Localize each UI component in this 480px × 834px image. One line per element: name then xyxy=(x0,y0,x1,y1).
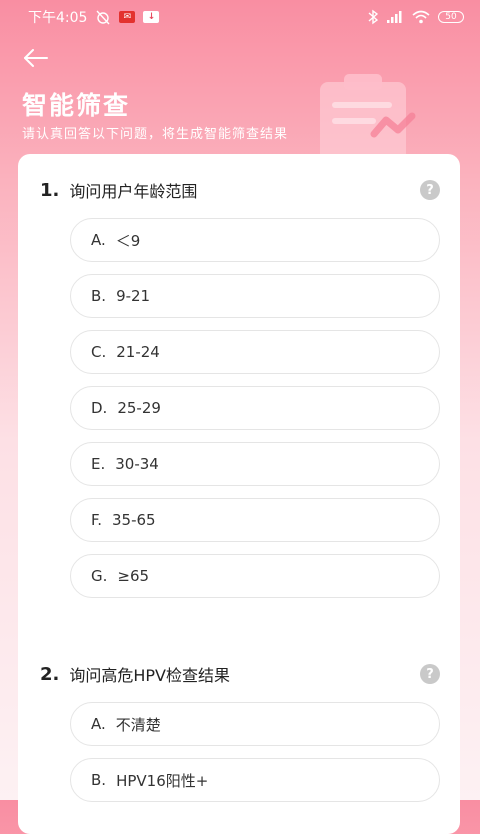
option-button-f[interactable]: F. 35-65 xyxy=(70,498,440,542)
option-button-b[interactable]: B. HPV16阳性+ xyxy=(70,758,440,802)
alarm-off-icon xyxy=(95,9,111,25)
question-number: 1. xyxy=(40,179,60,201)
option-button-a[interactable]: A. ＜9 xyxy=(70,218,440,262)
status-left: 下午4:05 ✉ ↓ xyxy=(28,7,160,27)
bluetooth-icon xyxy=(368,9,378,25)
option-letter: B. xyxy=(91,287,107,305)
question-spacer xyxy=(38,610,440,638)
option-letter: D. xyxy=(91,399,108,417)
question-header: 1. 询问用户年龄范围 ? xyxy=(38,174,440,206)
help-icon[interactable]: ? xyxy=(420,664,440,684)
question-1: 1. 询问用户年龄范围 ? A. ＜9 B. 9-21 C. 21-24 D. … xyxy=(38,174,440,598)
option-letter: C. xyxy=(91,343,107,361)
option-text: 30-34 xyxy=(115,455,159,473)
option-text: ≥65 xyxy=(117,567,150,585)
question-header: 2. 询问高危HPV检查结果 ? xyxy=(38,658,440,690)
option-button-g[interactable]: G. ≥65 xyxy=(70,554,440,598)
option-button-a[interactable]: A. 不清楚 xyxy=(70,702,440,746)
back-arrow-icon xyxy=(24,49,48,67)
option-text: 9-21 xyxy=(116,287,151,305)
option-text: 不清楚 xyxy=(115,715,161,734)
download-icon: ↓ xyxy=(143,11,160,23)
option-letter: E. xyxy=(91,455,106,473)
option-letter: A. xyxy=(91,715,106,733)
status-time: 下午4:05 xyxy=(28,10,88,26)
question-text: 询问高危HPV检查结果 xyxy=(69,666,231,685)
option-button-c[interactable]: C. 21-24 xyxy=(70,330,440,374)
option-text: ＜9 xyxy=(115,231,141,250)
option-letter: B. xyxy=(91,771,107,789)
page-subtitle: 请认真回答以下问题，将生成智能筛查结果 xyxy=(22,127,289,142)
wifi-icon xyxy=(412,10,430,24)
option-text: HPV16阳性+ xyxy=(116,771,209,790)
option-text: 21-24 xyxy=(116,343,160,361)
option-text: 25-29 xyxy=(117,399,161,417)
signal-icon xyxy=(386,10,404,24)
question-card: 1. 询问用户年龄范围 ? A. ＜9 B. 9-21 C. 21-24 D. … xyxy=(18,154,460,834)
option-button-d[interactable]: D. 25-29 xyxy=(70,386,440,430)
notification-app-icon: ✉ xyxy=(119,11,136,23)
back-button[interactable] xyxy=(18,42,54,74)
question-number: 2. xyxy=(40,663,60,685)
question-text: 询问用户年龄范围 xyxy=(69,182,198,201)
header: 智能筛查 请认真回答以下问题，将生成智能筛查结果 xyxy=(0,34,480,172)
option-letter: F. xyxy=(91,511,102,529)
help-icon[interactable]: ? xyxy=(420,180,440,200)
option-button-e[interactable]: E. 30-34 xyxy=(70,442,440,486)
option-letter: A. xyxy=(91,231,106,249)
status-bar: 下午4:05 ✉ ↓ 50 xyxy=(0,0,480,34)
status-right: 50 xyxy=(368,9,464,25)
option-letter: G. xyxy=(91,567,108,585)
option-text: 35-65 xyxy=(112,511,156,529)
page-title: 智能筛查 xyxy=(22,91,131,120)
battery-icon: 50 xyxy=(438,11,464,23)
option-button-b[interactable]: B. 9-21 xyxy=(70,274,440,318)
question-2: 2. 询问高危HPV检查结果 ? A. 不清楚 B. HPV16阳性+ xyxy=(38,658,440,802)
